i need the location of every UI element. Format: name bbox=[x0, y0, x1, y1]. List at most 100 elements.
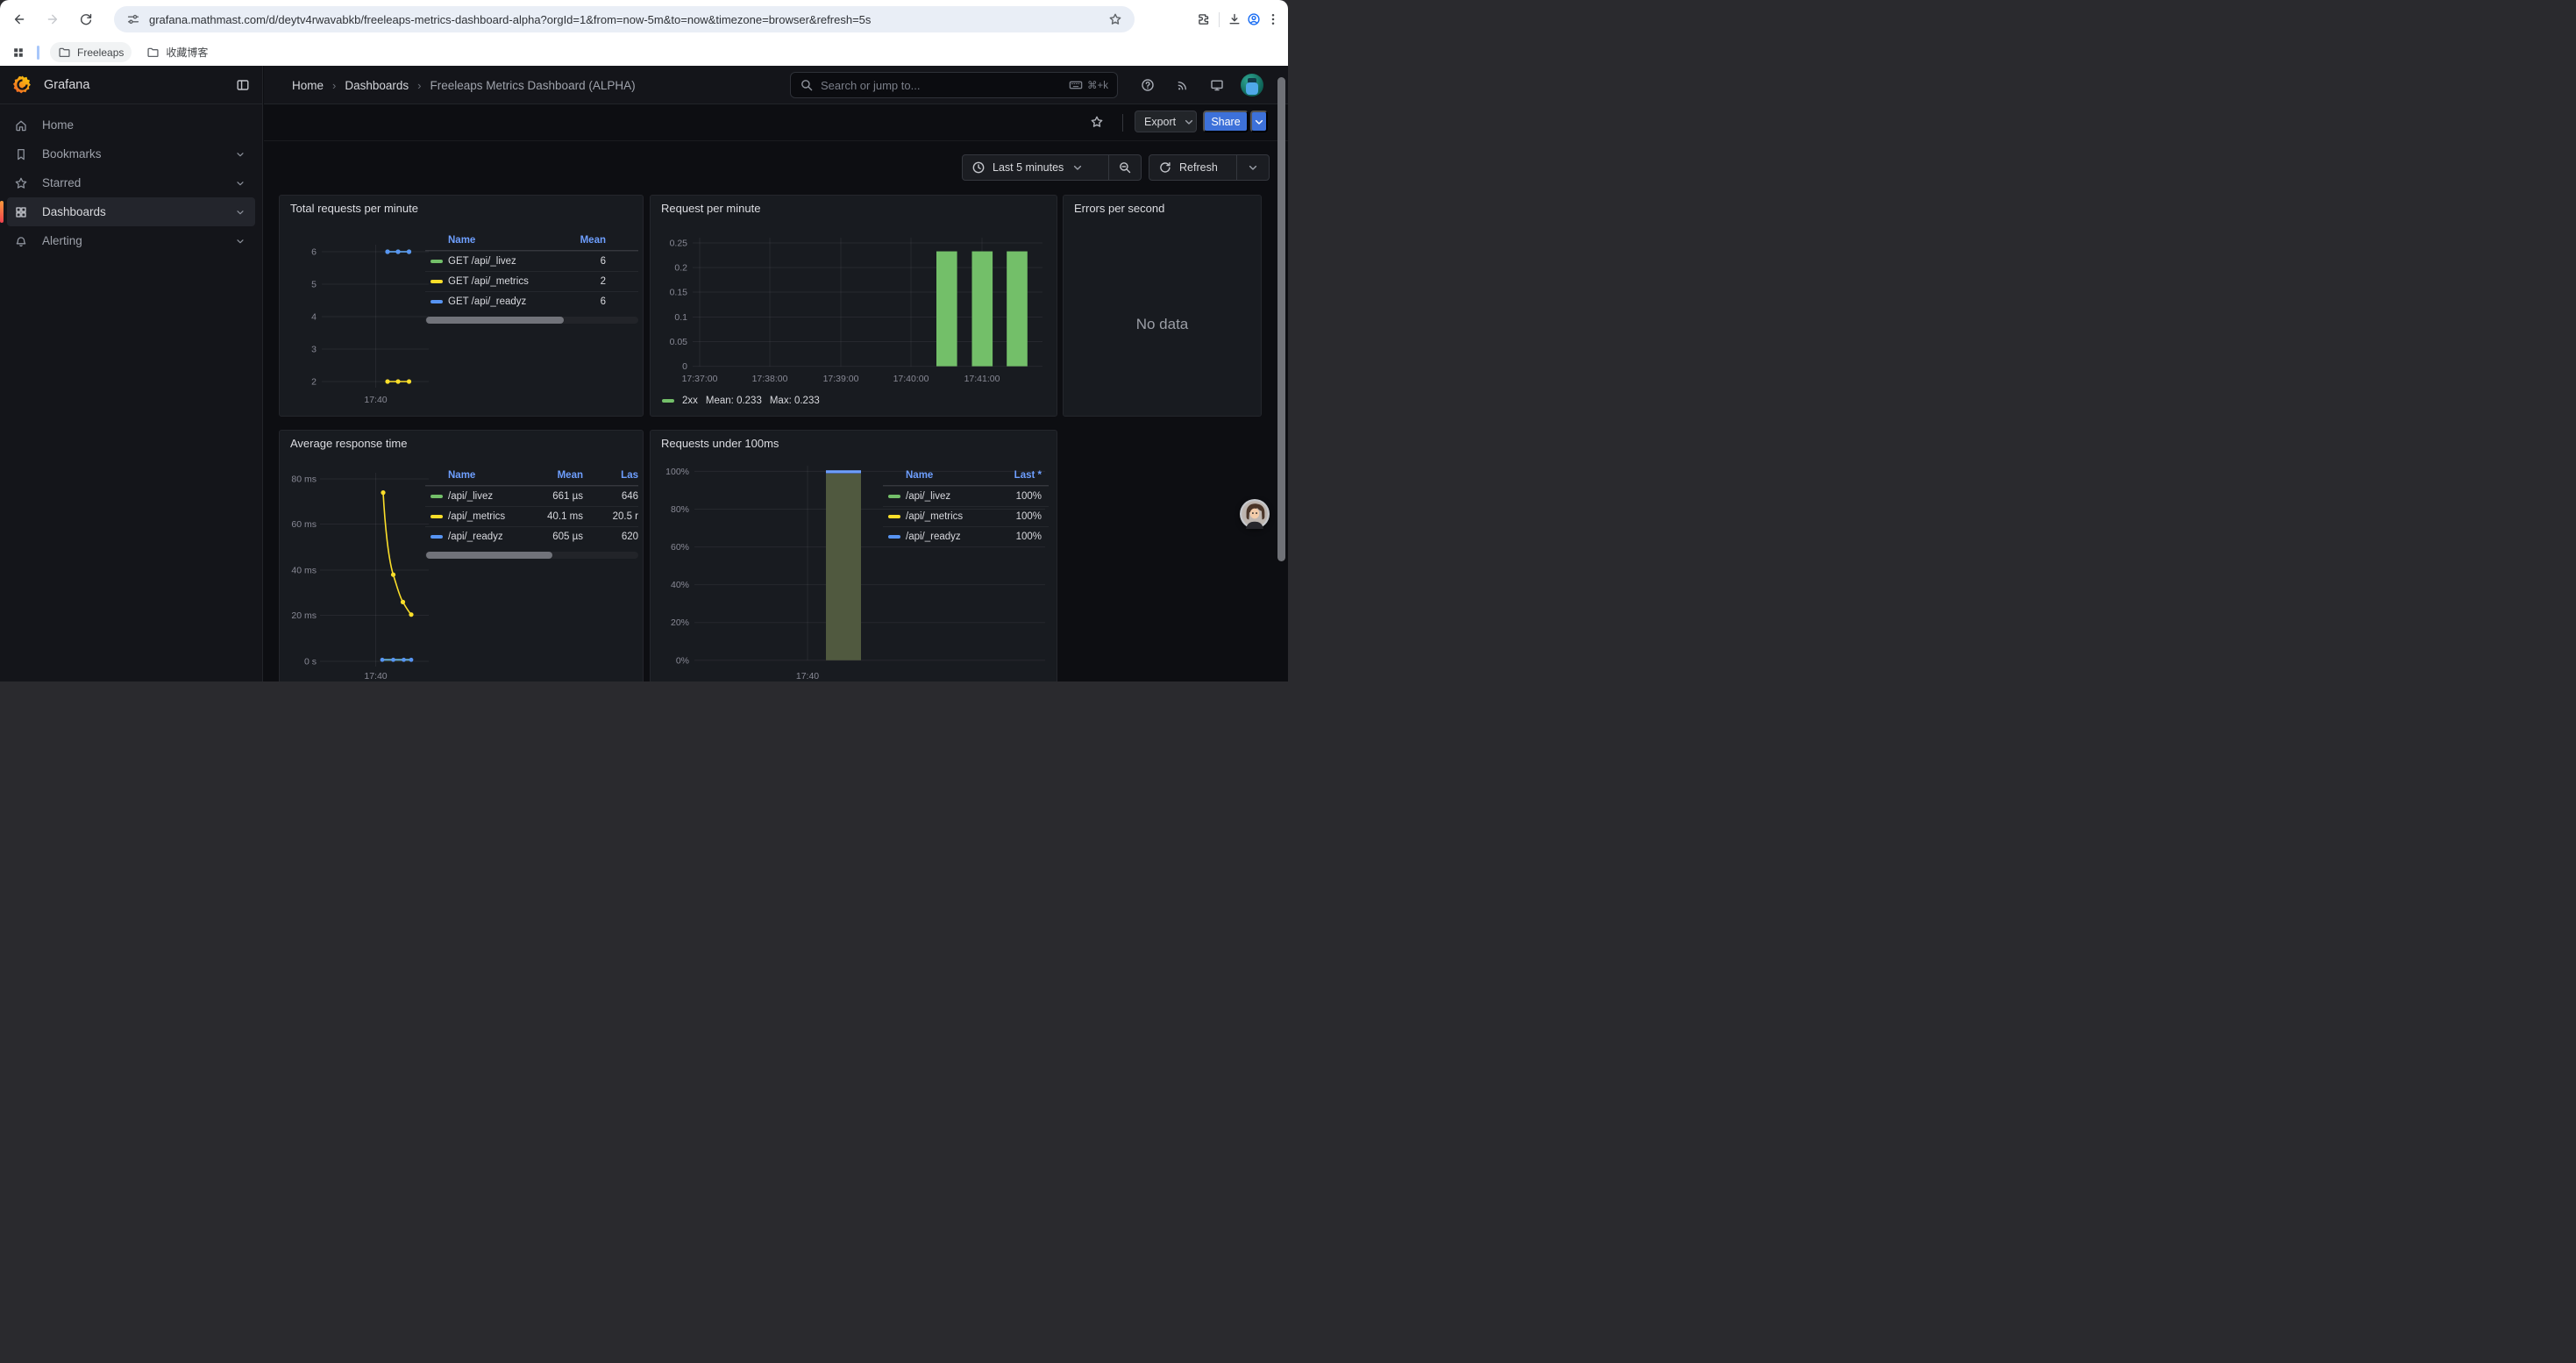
legend-row[interactable]: /api/_livez661 µs646 bbox=[425, 486, 638, 506]
svg-text:6: 6 bbox=[311, 247, 317, 258]
svg-text:17:40: 17:40 bbox=[796, 671, 819, 682]
legend-row[interactable]: /api/_livez100% bbox=[883, 486, 1049, 506]
toolbar-separator bbox=[1219, 12, 1220, 27]
bookmark-label: 收藏博客 bbox=[166, 45, 208, 60]
legend-row[interactable]: /api/_readyz100% bbox=[883, 526, 1049, 546]
breadcrumb-separator-icon: › bbox=[417, 79, 421, 92]
refresh-icon bbox=[1158, 161, 1172, 175]
search-input[interactable]: Search or jump to... ⌘+k bbox=[790, 72, 1118, 98]
svg-text:4: 4 bbox=[311, 312, 317, 323]
legend-column-header[interactable]: Name bbox=[448, 470, 527, 481]
svg-text:2: 2 bbox=[311, 377, 317, 388]
legend-column-header[interactable]: Name bbox=[448, 235, 550, 246]
sidebar-item-alerting[interactable]: Alerting bbox=[7, 226, 255, 255]
person-circle-icon bbox=[1247, 12, 1261, 26]
dock-menu-button[interactable] bbox=[236, 78, 250, 92]
favorite-dashboard-button[interactable] bbox=[1090, 115, 1106, 131]
panel-title[interactable]: Requests under 100ms bbox=[661, 437, 779, 450]
svg-text:0.25: 0.25 bbox=[670, 239, 688, 249]
legend-series-name: /api/_livez bbox=[448, 491, 527, 502]
kiosk-mode-button[interactable] bbox=[1210, 78, 1225, 93]
legend-value: 2 bbox=[550, 276, 606, 287]
avg-response-time-legend: NameMeanLas/api/_livez661 µs646/api/_met… bbox=[425, 466, 638, 546]
svg-text:40%: 40% bbox=[671, 580, 689, 590]
panel-title[interactable]: Average response time bbox=[290, 437, 407, 450]
help-button[interactable] bbox=[1141, 78, 1156, 93]
sidebar-nav: HomeBookmarksStarredDashboardsAlerting bbox=[0, 111, 262, 255]
legend-column-header[interactable]: Name bbox=[906, 470, 981, 481]
legend-value: 20.5 r bbox=[583, 511, 638, 522]
legend-column-header[interactable]: Mean bbox=[527, 470, 583, 481]
sidebar-item-bookmarks[interactable]: Bookmarks bbox=[7, 139, 255, 168]
panel-title[interactable]: Request per minute bbox=[661, 202, 760, 215]
sidebar-item-home[interactable]: Home bbox=[7, 111, 255, 139]
profile-button[interactable] bbox=[1244, 10, 1263, 29]
chevron-down-icon bbox=[234, 148, 246, 161]
export-button[interactable]: Export bbox=[1135, 111, 1197, 132]
legend-row[interactable]: /api/_metrics100% bbox=[883, 506, 1049, 526]
series-dash-icon bbox=[431, 535, 443, 539]
series-dash-icon bbox=[888, 535, 900, 539]
svg-text:3: 3 bbox=[311, 345, 317, 355]
request-per-minute-chart[interactable]: 0.250.20.150.10.05017:37:0017:38:0017:39… bbox=[656, 215, 1053, 418]
legend-column-header[interactable]: Last * bbox=[981, 470, 1042, 481]
chevron-down-icon bbox=[1246, 161, 1260, 175]
avg-response-time-chart[interactable]: 80 ms60 ms40 ms20 ms0 s17:40 bbox=[285, 450, 436, 682]
legend-row[interactable]: GET /api/_livez6 bbox=[425, 251, 638, 271]
breadcrumb-item[interactable]: Dashboards bbox=[345, 79, 409, 92]
page-scrollbar[interactable] bbox=[1277, 77, 1285, 561]
legend-hscrollbar[interactable] bbox=[425, 552, 638, 559]
svg-text:80 ms: 80 ms bbox=[291, 475, 317, 485]
panel-title[interactable]: Total requests per minute bbox=[290, 202, 418, 215]
legend-row[interactable]: GET /api/_readyz6 bbox=[425, 291, 638, 311]
user-avatar[interactable] bbox=[1241, 74, 1263, 96]
svg-text:0%: 0% bbox=[676, 655, 689, 666]
bookmark-star-button[interactable] bbox=[1108, 12, 1122, 26]
chevron-down-icon bbox=[234, 235, 246, 247]
home-icon bbox=[14, 118, 28, 132]
address-bar[interactable]: grafana.mathmast.com/d/deytv4rwavabkb/fr… bbox=[114, 6, 1135, 32]
share-button[interactable]: Share bbox=[1203, 111, 1249, 132]
request-per-minute-legend[interactable]: 2xx Mean: 0.233 Max: 0.233 bbox=[662, 396, 820, 406]
total-requests-chart[interactable]: 6543217:40 bbox=[285, 215, 436, 413]
time-range-picker[interactable]: Last 5 minutes bbox=[963, 155, 1108, 180]
sidebar-item-starred[interactable]: Starred bbox=[7, 168, 255, 197]
panel-title[interactable]: Errors per second bbox=[1074, 202, 1164, 215]
series-dash-icon bbox=[888, 515, 900, 519]
bookmark-item[interactable]: 收藏博客 bbox=[139, 41, 216, 63]
site-settings-button[interactable] bbox=[126, 12, 140, 26]
forward-button[interactable] bbox=[43, 10, 62, 29]
search-shortcut: ⌘+k bbox=[1069, 78, 1108, 92]
refresh-button[interactable]: Refresh bbox=[1149, 155, 1236, 180]
legend-hscrollbar[interactable] bbox=[425, 317, 638, 324]
assistant-avatar[interactable] bbox=[1240, 499, 1270, 529]
legend-row[interactable]: /api/_metrics40.1 ms20.5 r bbox=[425, 506, 638, 526]
bookmark-item[interactable]: Freeleaps bbox=[50, 42, 132, 62]
legend-column-header[interactable]: Mean bbox=[550, 235, 606, 246]
breadcrumb-item[interactable]: Home bbox=[292, 79, 324, 92]
time-range-group: Last 5 minutes bbox=[962, 154, 1142, 181]
legend-row[interactable]: GET /api/_metrics2 bbox=[425, 271, 638, 291]
screen: grafana.mathmast.com/d/deytv4rwavabkb/fr… bbox=[0, 0, 1288, 682]
series-dash-icon bbox=[662, 399, 674, 403]
sidebar-header: Grafana bbox=[0, 66, 262, 104]
bookmark-items: Freeleaps 收藏博客 bbox=[50, 41, 216, 63]
svg-text:40 ms: 40 ms bbox=[291, 566, 317, 576]
downloads-button[interactable] bbox=[1225, 10, 1244, 29]
rss-icon bbox=[1176, 78, 1190, 92]
refresh-icon bbox=[1158, 161, 1172, 175]
reload-button[interactable] bbox=[76, 10, 96, 29]
share-menu-button[interactable] bbox=[1250, 111, 1268, 132]
browser-menu-button[interactable] bbox=[1263, 10, 1283, 29]
legend-column-header[interactable]: Las bbox=[583, 470, 638, 481]
apps-grid-button[interactable] bbox=[9, 43, 28, 62]
zoom-out-button[interactable] bbox=[1108, 155, 1141, 180]
extensions-button[interactable] bbox=[1194, 10, 1213, 29]
refresh-interval-button[interactable] bbox=[1236, 155, 1269, 180]
breadcrumb: Home›Dashboards›Freeleaps Metrics Dashbo… bbox=[292, 66, 636, 104]
legend-row[interactable]: /api/_readyz605 µs620 bbox=[425, 526, 638, 546]
back-button[interactable] bbox=[10, 10, 29, 29]
news-button[interactable] bbox=[1176, 78, 1191, 93]
apps-grid-icon bbox=[11, 46, 25, 60]
sidebar-item-dashboards[interactable]: Dashboards bbox=[7, 197, 255, 226]
